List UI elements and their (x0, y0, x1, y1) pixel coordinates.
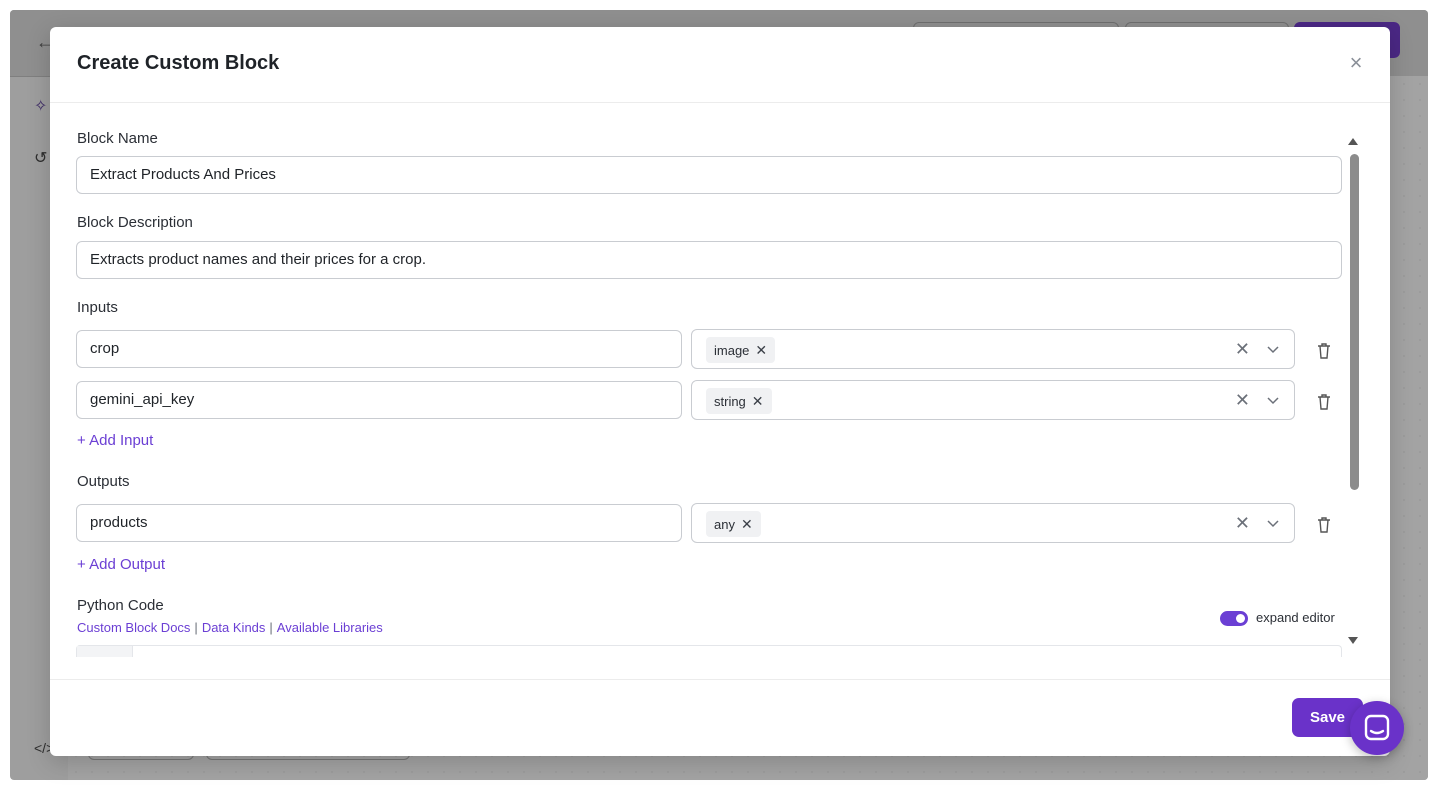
type-chip: any ✕ (706, 511, 761, 537)
expand-editor-label: expand editor (1256, 610, 1335, 625)
data-kinds-link[interactable]: Data Kinds (202, 620, 266, 635)
link-separator: | (269, 620, 273, 635)
custom-block-docs-link[interactable]: Custom Block Docs (77, 620, 190, 635)
clear-icon[interactable]: ✕ (1235, 339, 1250, 360)
input-name-field[interactable]: gemini_api_key (76, 381, 682, 419)
inputs-label: Inputs (77, 299, 118, 316)
block-name-label: Block Name (77, 130, 158, 147)
output-type-select[interactable]: any ✕ ✕ (691, 503, 1295, 543)
scroll-down-arrow[interactable] (1348, 637, 1358, 644)
chevron-down-icon[interactable] (1266, 342, 1280, 356)
add-output-link[interactable]: + Add Output (77, 556, 165, 573)
modal-header: Create Custom Block × (50, 27, 1390, 103)
chat-icon (1364, 714, 1390, 741)
history-icon: ↺ (34, 150, 48, 167)
type-chip-label: string (714, 394, 746, 409)
trash-icon[interactable] (1316, 342, 1332, 360)
link-separator: | (194, 620, 198, 635)
type-chip-label: any (714, 517, 735, 532)
modal-title: Create Custom Block (77, 52, 280, 74)
trash-icon[interactable] (1316, 516, 1332, 534)
block-description-label: Block Description (77, 214, 193, 231)
remove-chip-icon[interactable]: ✕ (741, 516, 753, 532)
modal-body: Block Name Extract Products And Prices B… (50, 103, 1390, 679)
remove-chip-icon[interactable]: ✕ (752, 393, 764, 409)
editor-gutter (77, 646, 133, 657)
sparkle-icon: ✧ (34, 98, 48, 115)
modal-footer (50, 679, 1390, 757)
input-name-field[interactable]: crop (76, 330, 682, 368)
input-type-select[interactable]: image ✕ ✕ (691, 329, 1295, 369)
python-code-label: Python Code (77, 597, 164, 614)
output-name-field[interactable]: products (76, 504, 682, 542)
scrollbar-thumb[interactable] (1350, 154, 1359, 490)
doc-links: Custom Block Docs | Data Kinds | Available L… (77, 620, 383, 635)
block-description-input[interactable]: Extracts product names and their prices … (76, 241, 1342, 279)
add-input-link[interactable]: + Add Input (77, 432, 153, 449)
available-libraries-link[interactable]: Available Libraries (277, 620, 383, 635)
input-type-select[interactable]: string ✕ ✕ (691, 380, 1295, 420)
type-chip: string ✕ (706, 388, 772, 414)
chat-launcher-button[interactable] (1350, 701, 1404, 755)
type-chip: image ✕ (706, 337, 776, 363)
clear-icon[interactable]: ✕ (1235, 390, 1250, 411)
clear-icon[interactable]: ✕ (1235, 513, 1250, 534)
block-name-input[interactable]: Extract Products And Prices (76, 156, 1342, 194)
create-custom-block-modal: Create Custom Block × Block Name Extract… (50, 27, 1390, 756)
scroll-up-arrow[interactable] (1348, 138, 1358, 145)
chevron-down-icon[interactable] (1266, 393, 1280, 407)
expand-editor-toggle[interactable] (1220, 611, 1248, 626)
trash-icon[interactable] (1316, 393, 1332, 411)
chevron-down-icon[interactable] (1266, 516, 1280, 530)
code-editor[interactable] (76, 645, 1342, 657)
outputs-label: Outputs (77, 473, 130, 490)
remove-chip-icon[interactable]: ✕ (755, 342, 767, 358)
close-icon[interactable]: × (1346, 52, 1366, 74)
type-chip-label: image (714, 343, 750, 358)
